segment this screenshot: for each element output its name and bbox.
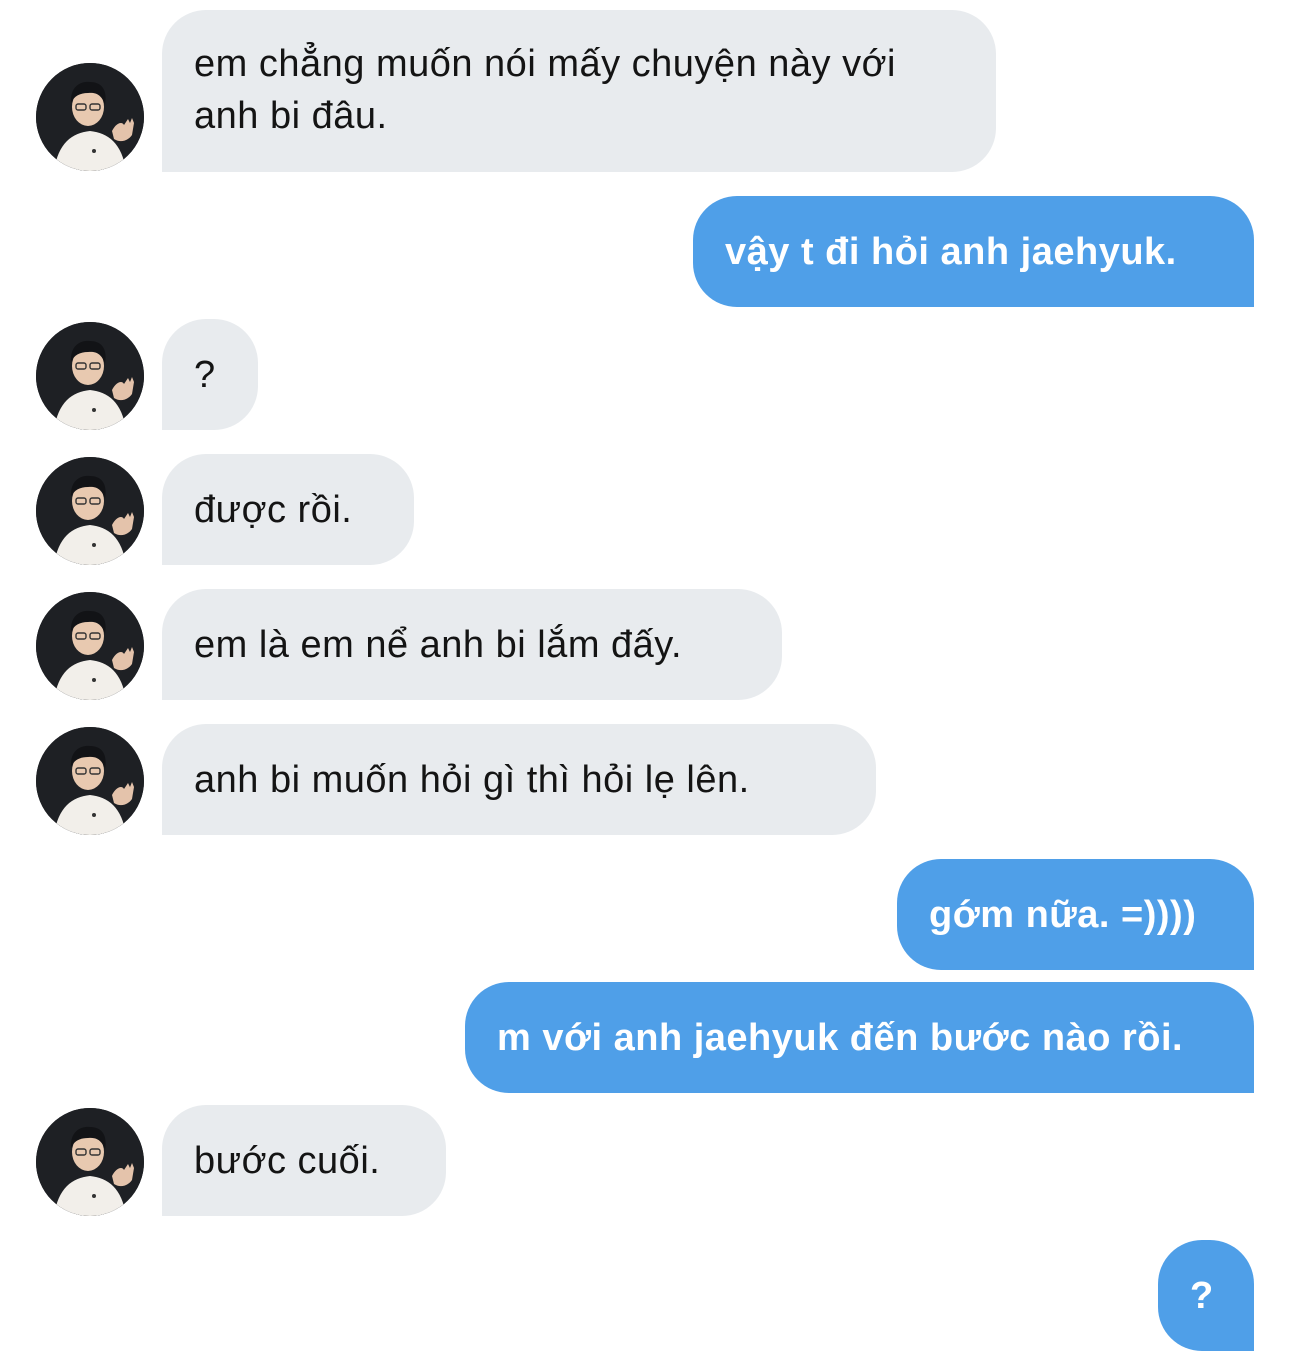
message-bubble-sent[interactable]: ? — [1158, 1240, 1254, 1351]
message-text: bước cuối. — [194, 1139, 381, 1182]
message-text: anh bi muốn hỏi gì thì hỏi lẹ lên. — [194, 758, 750, 801]
avatar-photo-icon — [36, 457, 144, 565]
avatar-photo-icon — [36, 1108, 144, 1216]
message-bubble-sent[interactable]: vậy t đi hỏi anh jaehyuk. — [693, 196, 1254, 307]
contact-avatar[interactable] — [36, 322, 144, 430]
message-bubble-received[interactable]: bước cuối. — [162, 1105, 446, 1216]
message-text: ? — [194, 353, 216, 396]
contact-avatar[interactable] — [36, 592, 144, 700]
message-text: được rồi. — [194, 488, 353, 531]
message-bubble-received[interactable]: ? — [162, 319, 258, 430]
avatar-photo-icon — [36, 592, 144, 700]
message-text: m với anh jaehyuk đến bước nào rồi. — [497, 1016, 1184, 1059]
message-bubble-received[interactable]: em chẳng muốn nói mấy chuyện này với anh… — [162, 10, 996, 172]
avatar-photo-icon — [36, 322, 144, 430]
message-bubble-sent[interactable]: gớm nữa. =)))) — [897, 859, 1254, 970]
contact-avatar[interactable] — [36, 727, 144, 835]
message-bubble-received[interactable]: được rồi. — [162, 454, 414, 565]
contact-avatar[interactable] — [36, 1108, 144, 1216]
avatar-photo-icon — [36, 727, 144, 835]
message-bubble-sent[interactable]: m với anh jaehyuk đến bước nào rồi. — [465, 982, 1254, 1093]
message-text: vậy t đi hỏi anh jaehyuk. — [725, 230, 1177, 273]
message-text: em là em nể anh bi lắm đấy. — [194, 623, 683, 666]
contact-avatar[interactable] — [36, 63, 144, 171]
message-text: ? — [1190, 1274, 1214, 1317]
message-bubble-received[interactable]: anh bi muốn hỏi gì thì hỏi lẹ lên. — [162, 724, 876, 835]
message-bubble-received[interactable]: em là em nể anh bi lắm đấy. — [162, 589, 782, 700]
contact-avatar[interactable] — [36, 457, 144, 565]
message-text: em chẳng muốn nói mấy chuyện này với anh… — [194, 43, 896, 137]
avatar-photo-icon — [36, 63, 144, 171]
message-text: gớm nữa. =)))) — [929, 893, 1197, 936]
